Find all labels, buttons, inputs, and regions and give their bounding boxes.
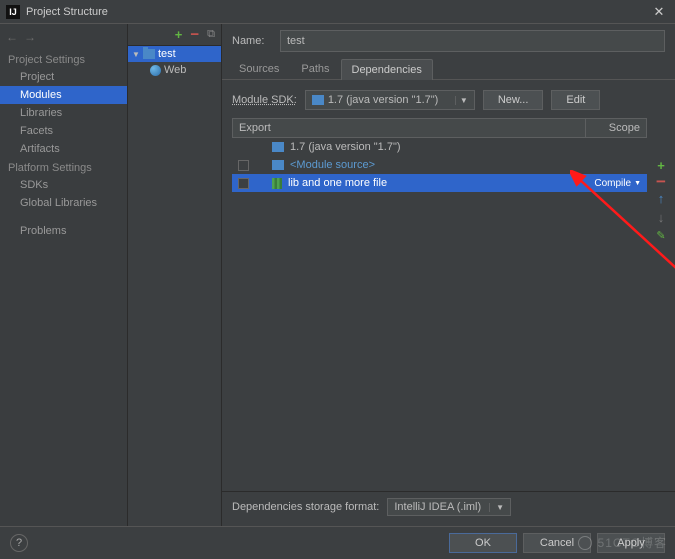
dep-label: lib and one more file	[288, 177, 387, 189]
edit-dep-icon[interactable]: ✎	[653, 229, 669, 242]
copy-module-icon[interactable]: ⧉	[207, 28, 215, 41]
tree-node-test[interactable]: ▼ test	[128, 46, 221, 62]
tab-sources[interactable]: Sources	[228, 58, 290, 79]
section-project-settings: Project Settings	[0, 50, 127, 68]
tab-dependencies[interactable]: Dependencies	[341, 59, 433, 80]
add-module-icon[interactable]: +	[175, 27, 183, 42]
module-sdk-label: Module SDK:	[232, 94, 297, 106]
sidebar-item-problems[interactable]: Problems	[0, 222, 127, 240]
apply-button[interactable]: Apply	[597, 533, 665, 553]
close-button[interactable]: ✕	[649, 2, 669, 22]
module-source-icon	[272, 160, 284, 170]
dialog-footer: ? OK Cancel Apply	[0, 526, 675, 559]
sidebar-item-project[interactable]: Project	[0, 68, 127, 86]
dep-row-sdk[interactable]: 1.7 (java version "1.7")	[232, 138, 647, 156]
export-checkbox[interactable]	[238, 178, 249, 189]
deps-table-header: Export Scope	[232, 118, 647, 138]
tree-node-label: test	[158, 48, 176, 60]
col-export[interactable]: Export	[233, 119, 586, 137]
move-up-icon[interactable]: ↑	[653, 191, 669, 206]
library-icon	[272, 178, 282, 189]
remove-dep-icon[interactable]: −	[653, 177, 669, 187]
edit-sdk-button[interactable]: Edit	[551, 90, 600, 110]
deps-side-toolbar: + − ↑ ↓ ✎	[653, 158, 669, 242]
tree-node-label: Web	[164, 64, 186, 76]
title-bar: IJ Project Structure ✕	[0, 0, 675, 24]
sidebar-item-libraries[interactable]: Libraries	[0, 104, 127, 122]
module-tabs: Sources Paths Dependencies	[222, 58, 675, 80]
tree-node-web[interactable]: Web	[128, 62, 221, 78]
section-platform-settings: Platform Settings	[0, 158, 127, 176]
storage-label: Dependencies storage format:	[232, 501, 379, 513]
window-title: Project Structure	[26, 6, 649, 18]
dep-label: 1.7 (java version "1.7")	[290, 141, 401, 153]
sidebar-item-artifacts[interactable]: Artifacts	[0, 140, 127, 158]
export-checkbox[interactable]	[238, 160, 249, 171]
sidebar-item-global-libs[interactable]: Global Libraries	[0, 194, 127, 212]
settings-sidebar: ← → Project Settings Project Modules Lib…	[0, 24, 128, 526]
module-folder-icon	[143, 49, 155, 59]
chevron-down-icon: ▼	[489, 503, 504, 512]
back-icon[interactable]: ←	[6, 30, 18, 44]
chevron-down-icon: ▼	[634, 180, 641, 187]
expand-icon[interactable]: ▼	[132, 50, 140, 59]
tab-paths[interactable]: Paths	[290, 58, 340, 79]
sdk-icon	[312, 95, 324, 105]
chevron-down-icon: ▼	[455, 96, 468, 105]
new-sdk-button[interactable]: New...	[483, 90, 544, 110]
app-logo-icon: IJ	[6, 5, 20, 19]
move-down-icon[interactable]: ↓	[653, 210, 669, 225]
ok-button[interactable]: OK	[449, 533, 517, 553]
remove-module-icon[interactable]: −	[190, 31, 199, 39]
dep-row-lib[interactable]: lib and one more file Compile ▼	[232, 174, 647, 192]
module-sdk-select[interactable]: 1.7 (java version "1.7") ▼	[305, 90, 475, 110]
help-button[interactable]: ?	[10, 534, 28, 552]
main-panel: Name: Sources Paths Dependencies Module …	[222, 24, 675, 526]
web-facet-icon	[150, 65, 161, 76]
sdk-value: 1.7 (java version "1.7")	[328, 94, 439, 106]
sidebar-item-modules[interactable]: Modules	[0, 86, 127, 104]
module-name-input[interactable]	[280, 30, 665, 52]
col-scope[interactable]: Scope	[586, 119, 646, 137]
forward-icon[interactable]: →	[24, 30, 36, 44]
sidebar-item-sdks[interactable]: SDKs	[0, 176, 127, 194]
cancel-button[interactable]: Cancel	[523, 533, 591, 553]
sidebar-item-facets[interactable]: Facets	[0, 122, 127, 140]
sdk-folder-icon	[272, 142, 284, 152]
storage-format-select[interactable]: IntelliJ IDEA (.iml) ▼	[387, 498, 511, 516]
name-label: Name:	[232, 35, 272, 47]
scope-select[interactable]: Compile ▼	[594, 178, 641, 189]
dep-label: <Module source>	[290, 159, 375, 171]
add-dep-icon[interactable]: +	[653, 158, 669, 173]
module-tree: + − ⧉ ▼ test Web	[128, 24, 222, 526]
dep-row-module-source[interactable]: <Module source>	[232, 156, 647, 174]
